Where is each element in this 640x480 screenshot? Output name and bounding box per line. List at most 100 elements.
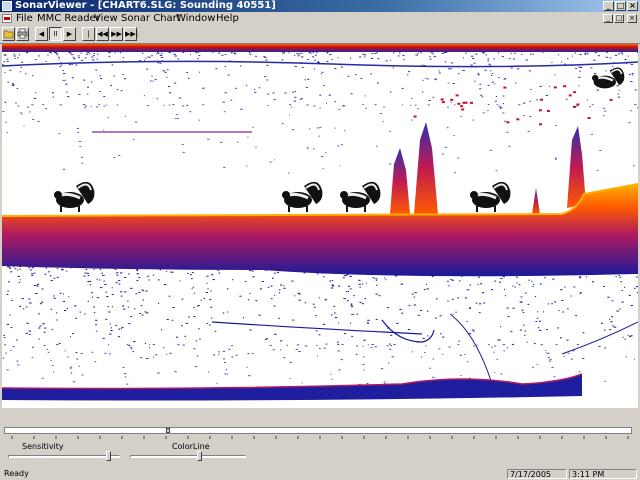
sonar-noise-dot [522,311,525,313]
sonar-noise-dot [385,279,387,281]
sonar-noise-dot [408,304,411,306]
sonar-noise-dot [587,53,589,55]
menu-window[interactable]: Window [176,12,215,25]
sonar-noise-dot [101,272,103,274]
sonar-noise-dot [498,77,500,78]
sonar-noise-dot [515,276,518,278]
sonar-noise-dot [614,54,618,56]
sensitivity-slider-thumb[interactable] [106,451,111,461]
menu-mmc-reader[interactable]: MMC Reader [37,12,100,25]
sonar-noise-dot [148,279,150,281]
sonar-noise-dot [376,52,378,54]
sonar-noise-dot [609,329,612,331]
sonar-noise-dot [258,314,261,316]
sonar-noise-dot [307,148,309,150]
sonar-chart[interactable] [2,44,638,408]
sonar-noise-dot [496,358,498,360]
sonar-noise-dot [524,330,527,332]
sonar-noise-dot [306,104,309,106]
sonar-noise-dot [589,106,591,108]
sonar-noise-dot [503,288,506,290]
sonar-noise-dot [123,308,126,310]
sonar-noise-dot [382,121,384,123]
sonar-noise-dot [63,301,65,302]
rewind-button[interactable]: ◀◀ [96,27,109,41]
sonar-noise-dot [39,303,42,305]
mdi-minimize-button[interactable]: _ [603,14,613,23]
sonar-noise-dot [169,352,172,354]
sonar-noise-dot [615,276,617,278]
sonar-noise-dot [181,325,183,327]
sonar-noise-dot [35,92,37,94]
skip-to-start-button[interactable]: |◀◀ [82,27,95,50]
sonar-noise-dot [636,286,638,288]
sonar-noise-dot [630,305,633,306]
sonar-noise-dot [99,287,103,289]
sonar-noise-dot [502,103,504,105]
sonar-noise-dot [514,286,516,288]
sonar-noise-dot [76,358,79,360]
menu-help[interactable]: Help [216,12,239,25]
sonar-noise-dot [25,73,27,75]
mdi-restore-button[interactable]: □ [614,14,624,23]
sonar-noise-dot [502,344,506,346]
sonar-noise-dot [546,352,548,354]
close-button[interactable]: × [627,1,638,11]
sonar-noise-dot [283,285,285,287]
sonar-noise-dot [5,121,7,123]
fast-forward-button[interactable]: ▶▶ [110,27,123,41]
colorline-slider-thumb[interactable] [197,451,202,461]
sonar-noise-dot [374,104,377,106]
sonar-noise-dot [489,64,492,66]
skip-to-end-button[interactable]: ▶▶| [124,27,138,41]
sonar-noise-dot [69,336,71,338]
sonar-noise-dot [515,82,517,84]
menu-view[interactable]: View [94,12,118,25]
sonar-noise-dot [432,96,434,98]
sonar-noise-dot [300,52,303,54]
sonar-noise-dot [334,68,337,70]
sonar-noise-dot [460,115,462,117]
mdi-close-button[interactable]: × [627,14,637,23]
sonar-noise-dot [128,273,130,275]
open-button[interactable] [2,27,15,41]
sonar-noise-dot [109,333,112,335]
print-button[interactable] [16,27,29,41]
menu-sonar-chart[interactable]: Sonar Chart [121,12,181,25]
sonar-noise-dot [417,314,420,316]
sonar-noise-dot [134,121,138,123]
timeline-scroll-thumb[interactable] [166,428,170,433]
sonar-noise-dot [21,61,24,63]
sonar-noise-dot [524,292,527,294]
minimize-button[interactable]: _ [603,1,614,11]
menu-file[interactable]: File [16,12,33,25]
sonar-noise-dot [163,347,165,349]
sonar-noise-dot [281,123,284,124]
app-icon[interactable] [2,1,12,11]
sonar-noise-dot [76,127,80,129]
sonar-noise-dot [14,268,17,270]
sonar-noise-dot [230,52,233,54]
sensitivity-slider[interactable] [8,455,120,458]
sonar-noise-dot [427,104,430,106]
sonar-noise-dot [209,299,212,301]
sonar-noise-dot [128,323,131,325]
maximize-button[interactable]: □ [615,1,626,11]
sonar-noise-dot [16,339,18,341]
sonar-noise-dot [619,308,621,310]
sonar-noise-dot [496,104,499,106]
sonar-noise-dot [370,347,373,348]
sonar-noise-dot [316,52,318,54]
sonar-noise-dot [411,119,413,121]
pause-button[interactable]: II [49,27,62,41]
colorline-slider[interactable] [130,455,246,458]
reverse-button[interactable]: ◀ [35,27,48,41]
sonar-noise-dot [17,105,20,107]
document-icon[interactable] [2,14,12,23]
sonar-noise-dot [135,293,138,295]
sonar-noise-dot [37,120,40,122]
sonar-noise-dot [420,356,423,358]
play-button[interactable]: ▶ [63,27,76,41]
sonar-noise-dot [138,60,141,62]
timeline-scrollbar[interactable] [4,427,632,434]
